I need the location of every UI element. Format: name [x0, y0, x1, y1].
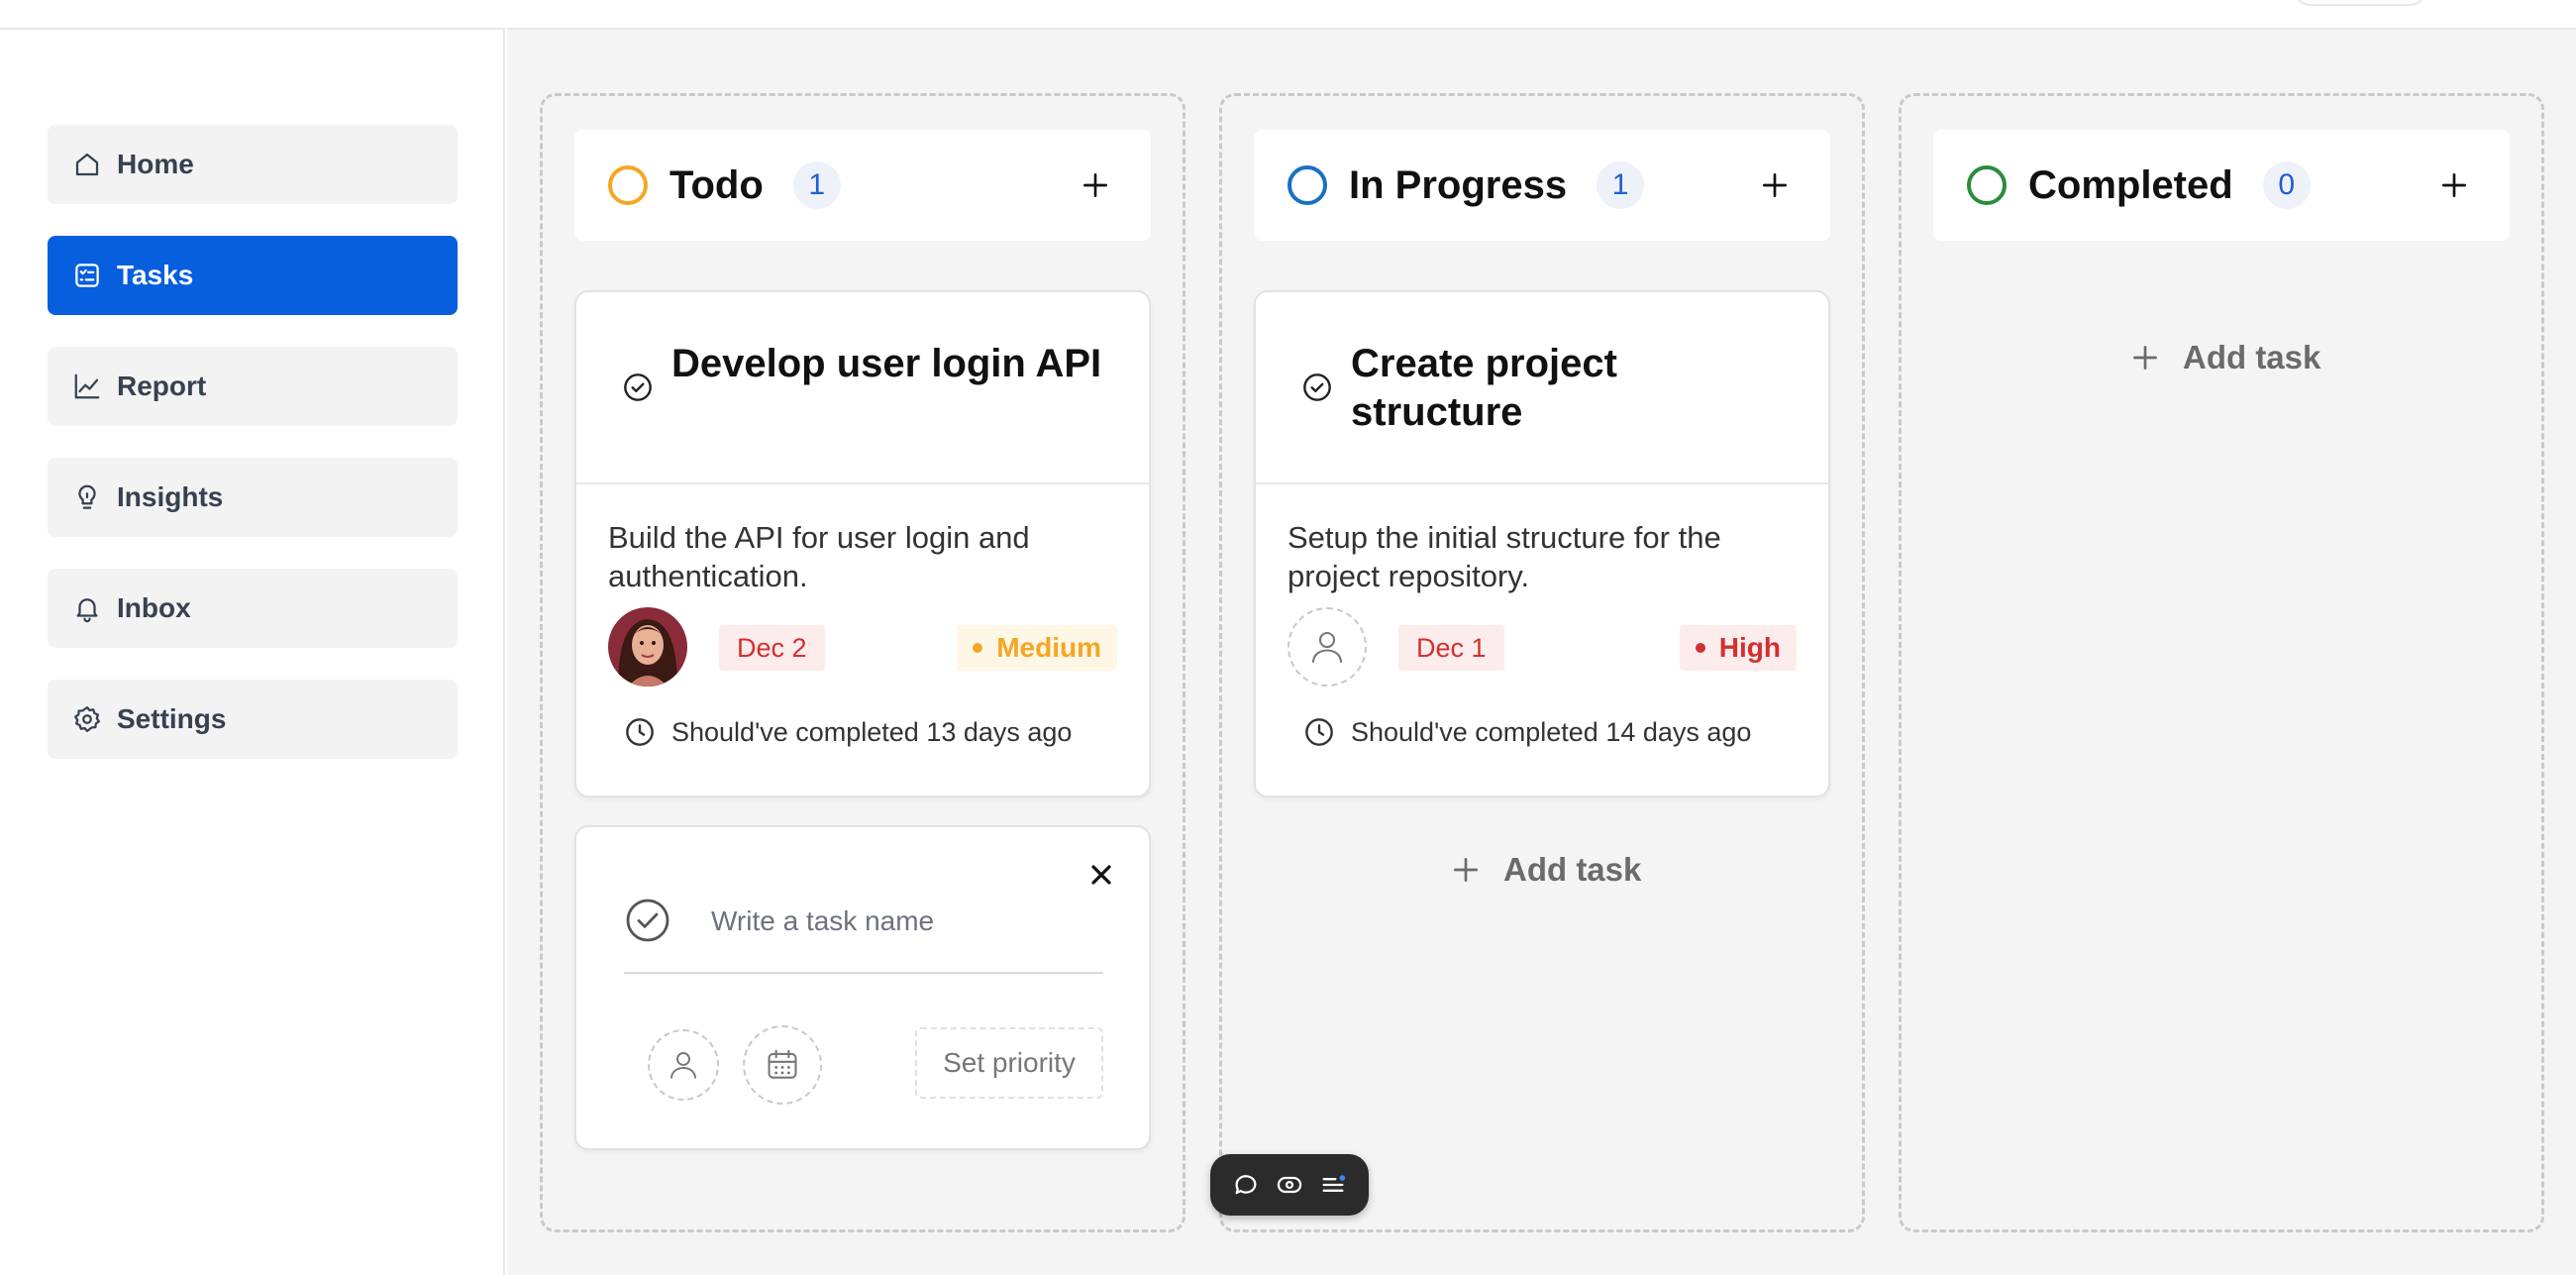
calendar-icon: [768, 1049, 797, 1079]
add-task-button[interactable]: Add task: [2129, 339, 2320, 376]
sidebar-item-label: Tasks: [117, 260, 194, 290]
check-circle-icon[interactable]: [1301, 372, 1333, 403]
sidebar: Home Tasks Report Insights Inbox Setting…: [0, 30, 505, 1275]
user-icon: [1311, 631, 1343, 663]
user-icon: [670, 1052, 696, 1079]
bell-icon: [71, 592, 103, 624]
divider: [624, 972, 1103, 974]
unassigned-avatar[interactable]: [1288, 607, 1367, 687]
plus-icon: [1454, 858, 1478, 882]
priority-badge[interactable]: High: [1679, 625, 1797, 671]
add-task-label: Add task: [2183, 339, 2321, 375]
home-icon: [71, 149, 103, 180]
chart-icon: [71, 371, 103, 402]
board: Todo 1 Develop user login API Build the …: [507, 30, 2576, 1275]
priority-badge[interactable]: Medium: [957, 625, 1117, 671]
plus-icon[interactable]: [1753, 163, 1797, 207]
column-title: Completed: [2028, 162, 2233, 207]
task-description: Setup the initial structure for the proj…: [1288, 520, 1721, 593]
floating-toolbar: [1210, 1154, 1369, 1216]
sidebar-item-settings[interactable]: Settings: [48, 680, 458, 759]
check-circle-icon[interactable]: [622, 372, 654, 403]
sidebar-item-home[interactable]: Home: [48, 125, 458, 204]
column-completed: Completed 0 Add task: [1899, 93, 2544, 1232]
priority-label: Medium: [996, 632, 1101, 663]
close-icon[interactable]: [1085, 859, 1117, 891]
lightbulb-icon: [71, 481, 103, 513]
task-card-header: Create project structure: [1256, 292, 1828, 484]
column-title: Todo: [670, 162, 764, 207]
column-header: In Progress 1: [1254, 130, 1830, 241]
column-count-badge: 1: [792, 161, 841, 209]
gear-icon: [71, 703, 103, 735]
due-date-badge[interactable]: Dec 1: [1398, 625, 1504, 671]
top-bar: [507, 0, 2576, 30]
column-header: Todo 1: [574, 130, 1151, 241]
column-header: Completed 0: [1933, 130, 2510, 241]
status-circle-icon: [1288, 165, 1327, 205]
new-task-form: Set priority: [574, 825, 1151, 1150]
sidebar-item-label: Home: [117, 149, 194, 179]
comment-icon[interactable]: [1230, 1169, 1262, 1201]
sidebar-item-label: Settings: [117, 703, 227, 734]
top-bar-button[interactable]: [2293, 0, 2427, 6]
tasks-icon: [71, 260, 103, 291]
plus-icon: [2133, 346, 2157, 370]
set-date-button[interactable]: [743, 1025, 822, 1105]
overdue-text: Should've completed 14 days ago: [1351, 716, 1752, 747]
avatar[interactable]: [608, 607, 687, 687]
overdue-notice: Should've completed 13 days ago: [624, 716, 1072, 748]
set-priority-button[interactable]: Set priority: [915, 1027, 1103, 1099]
check-circle-icon: [626, 899, 670, 942]
column-todo: Todo 1 Develop user login API Build the …: [540, 93, 1185, 1232]
column-in-progress: In Progress 1 Create project structure S…: [1219, 93, 1865, 1232]
column-count-badge: 1: [1597, 161, 1645, 209]
task-title: Create project structure: [1351, 342, 1617, 434]
plus-icon[interactable]: [2432, 163, 2476, 207]
task-card[interactable]: Develop user login API Build the API for…: [574, 290, 1151, 797]
task-description: Build the API for user login and authent…: [608, 520, 1030, 593]
eye-icon[interactable]: [1274, 1169, 1305, 1201]
list-icon[interactable]: [1317, 1169, 1349, 1201]
sidebar-item-inbox[interactable]: Inbox: [48, 569, 458, 648]
task-title: Develop user login API: [671, 342, 1102, 385]
status-circle-icon: [1967, 165, 2007, 205]
sidebar-item-label: Insights: [117, 481, 224, 512]
clock-icon: [626, 718, 654, 746]
column-count-badge: 0: [2262, 161, 2311, 209]
status-circle-icon: [608, 165, 648, 205]
task-card-header: Develop user login API: [576, 292, 1149, 484]
plus-icon[interactable]: [1074, 163, 1117, 207]
sidebar-item-insights[interactable]: Insights: [48, 458, 458, 537]
sidebar-header: [0, 0, 505, 30]
overdue-notice: Should've completed 14 days ago: [1303, 716, 1751, 748]
sidebar-item-tasks[interactable]: Tasks: [48, 236, 458, 315]
priority-dot-icon: [973, 643, 983, 653]
task-card[interactable]: Create project structure Setup the initi…: [1254, 290, 1830, 797]
column-title: In Progress: [1349, 162, 1568, 207]
due-date-badge[interactable]: Dec 2: [719, 625, 825, 671]
sidebar-item-report[interactable]: Report: [48, 347, 458, 426]
assign-user-button[interactable]: [648, 1029, 719, 1101]
priority-dot-icon: [1695, 643, 1705, 653]
clock-icon: [1305, 718, 1333, 746]
overdue-text: Should've completed 13 days ago: [671, 716, 1073, 747]
sidebar-item-label: Inbox: [117, 592, 191, 623]
task-name-input[interactable]: [711, 901, 1078, 942]
priority-label: High: [1718, 632, 1781, 663]
add-task-button[interactable]: Add task: [1450, 851, 1641, 889]
add-task-label: Add task: [1503, 851, 1642, 888]
sidebar-item-label: Report: [117, 371, 207, 401]
